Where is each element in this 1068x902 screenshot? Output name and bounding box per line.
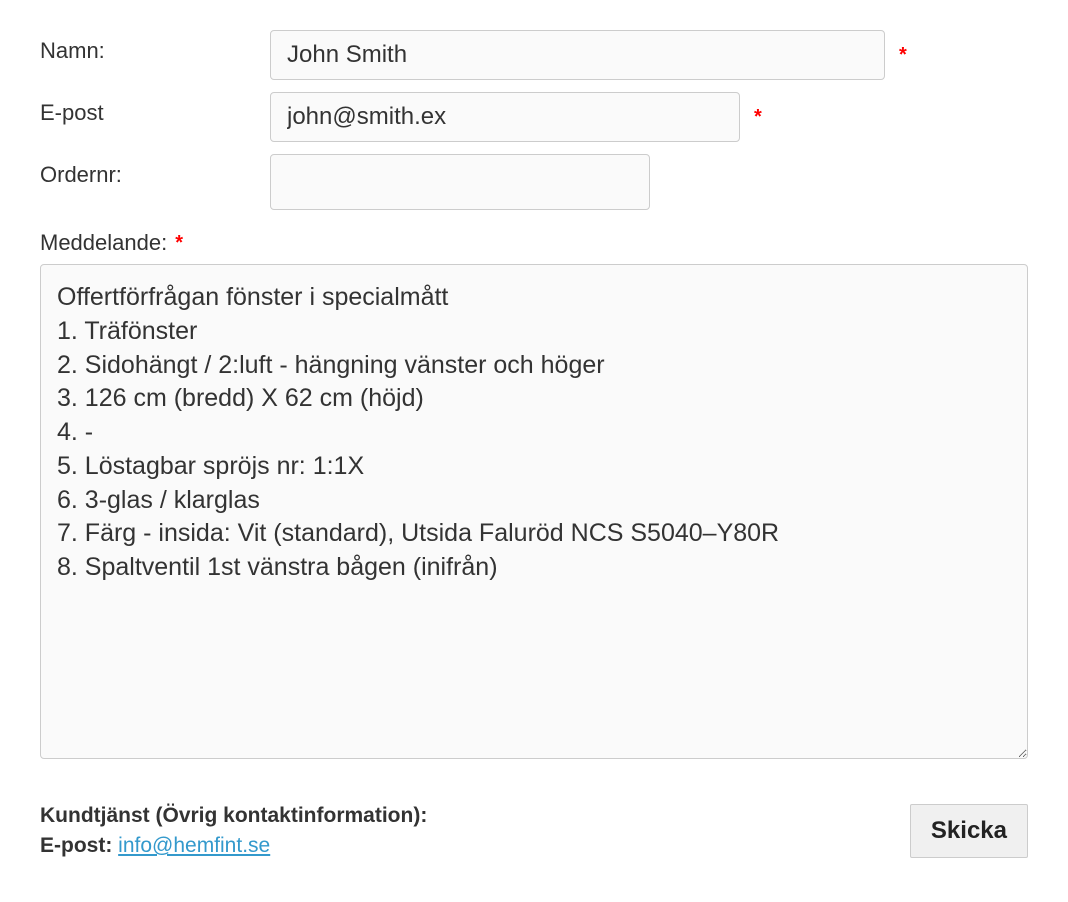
submit-button[interactable]: Skicka (910, 804, 1028, 858)
contact-email-link[interactable]: info@hemfint.se (118, 834, 270, 857)
email-label: E-post (40, 92, 270, 126)
required-marker: * (899, 44, 907, 67)
name-input[interactable] (270, 30, 885, 80)
order-input[interactable] (270, 154, 650, 210)
contact-info: Kundtjänst (Övrig kontaktinformation): E… (40, 804, 427, 858)
required-marker: * (754, 106, 762, 129)
message-label: Meddelande: (40, 230, 167, 256)
message-textarea[interactable] (40, 264, 1028, 759)
name-label: Namn: (40, 30, 270, 64)
required-marker: * (175, 232, 183, 255)
contact-heading: Kundtjänst (Övrig kontaktinformation): (40, 804, 427, 828)
email-input[interactable] (270, 92, 740, 142)
contact-email-label: E-post: (40, 834, 118, 857)
order-label: Ordernr: (40, 154, 270, 188)
